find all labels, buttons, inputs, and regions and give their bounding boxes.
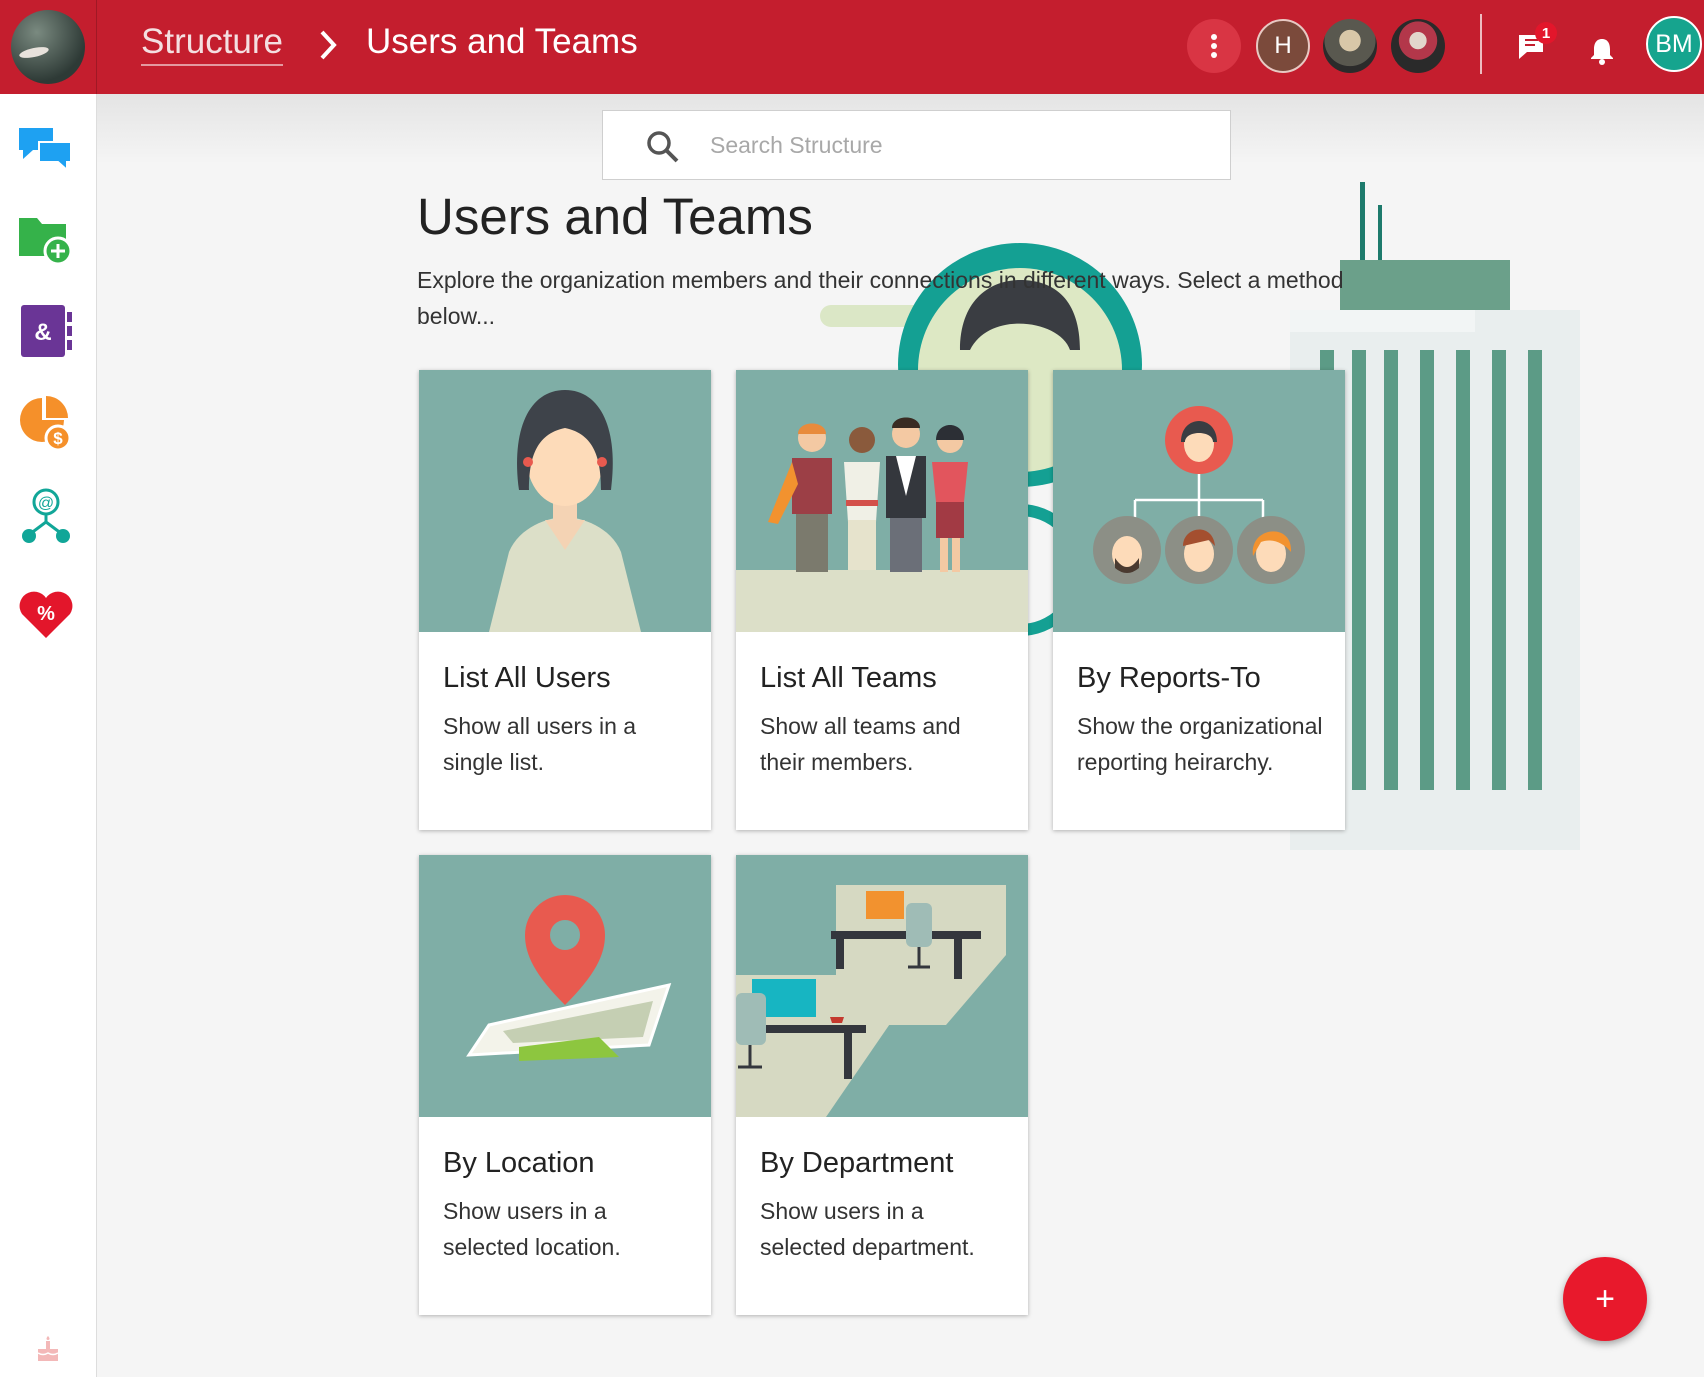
avatar-initials: BM [1655,29,1693,58]
card-description: Show all teams and their members. [760,713,961,775]
card-list-all-users[interactable]: List All Users Show all users in a singl… [419,370,711,830]
chat-bubbles-icon[interactable] [17,120,75,178]
contacts-book-icon[interactable]: & [17,302,75,360]
woman-illustration [419,370,711,632]
card-list-all-teams[interactable]: List All Teams Show all teams and their … [736,370,1028,830]
app-logo-image [11,10,85,84]
user-avatar-photo[interactable] [1323,19,1377,73]
folder-add-icon[interactable] [17,210,75,268]
top-app-bar: Structure Users and Teams H 1 BM [0,0,1704,94]
card-title: By Location [443,1147,595,1179]
search-input[interactable] [710,125,1210,165]
more-options-button[interactable] [1187,19,1241,73]
add-button[interactable]: + [1563,1257,1647,1341]
search-icon [647,131,679,163]
card-by-location[interactable]: By Location Show users in a selected loc… [419,855,711,1315]
app-sidebar [0,94,97,1377]
svg-text:&: & [34,319,51,346]
page-description: Explore the organization members and the… [417,267,1344,329]
user-avatar-photo[interactable] [1391,19,1445,73]
search-bar [602,110,1231,180]
header-divider [1480,14,1482,74]
avatar-initials: H [1274,32,1292,59]
app-logo[interactable] [0,0,97,94]
card-by-department[interactable]: By Department Show users in a selected d… [736,855,1028,1315]
heart-percent-icon[interactable]: % [17,584,75,642]
chevron-right-icon [320,30,337,60]
card-by-reports-to[interactable]: By Reports-To Show the organizational re… [1053,370,1345,830]
card-title: List All Teams [760,662,937,694]
team-illustration [736,370,1028,632]
breadcrumb-structure-link[interactable]: Structure [141,22,283,66]
card-title: By Department [760,1147,954,1179]
card-description: Show the organizational reporting heirar… [1077,713,1323,775]
cake-icon[interactable] [34,1335,62,1363]
messages-badge: 1 [1535,22,1557,44]
card-description: Show users in a selected location. [443,1198,621,1260]
network-mention-icon[interactable]: @ [17,486,75,544]
card-description: Show all users in a single list. [443,713,637,775]
svg-text:$: $ [53,429,63,448]
office-desks-illustration [736,855,1028,1117]
card-title: List All Users [443,662,611,694]
page-title: Users and Teams [417,188,813,245]
svg-text:@: @ [38,495,54,512]
card-description: Show users in a selected department. [760,1198,975,1260]
notifications-bell-icon[interactable] [1588,36,1616,66]
map-pin-illustration [419,855,711,1117]
svg-text:%: % [37,603,55,625]
pie-chart-money-icon[interactable]: $ [17,394,75,452]
current-user-avatar[interactable]: BM [1646,16,1702,72]
breadcrumb-current-page: Users and Teams [366,22,638,61]
vertical-dots-icon [1211,34,1217,58]
user-avatar-h[interactable]: H [1256,19,1310,73]
org-chart-illustration [1053,370,1345,632]
card-title: By Reports-To [1077,662,1261,694]
